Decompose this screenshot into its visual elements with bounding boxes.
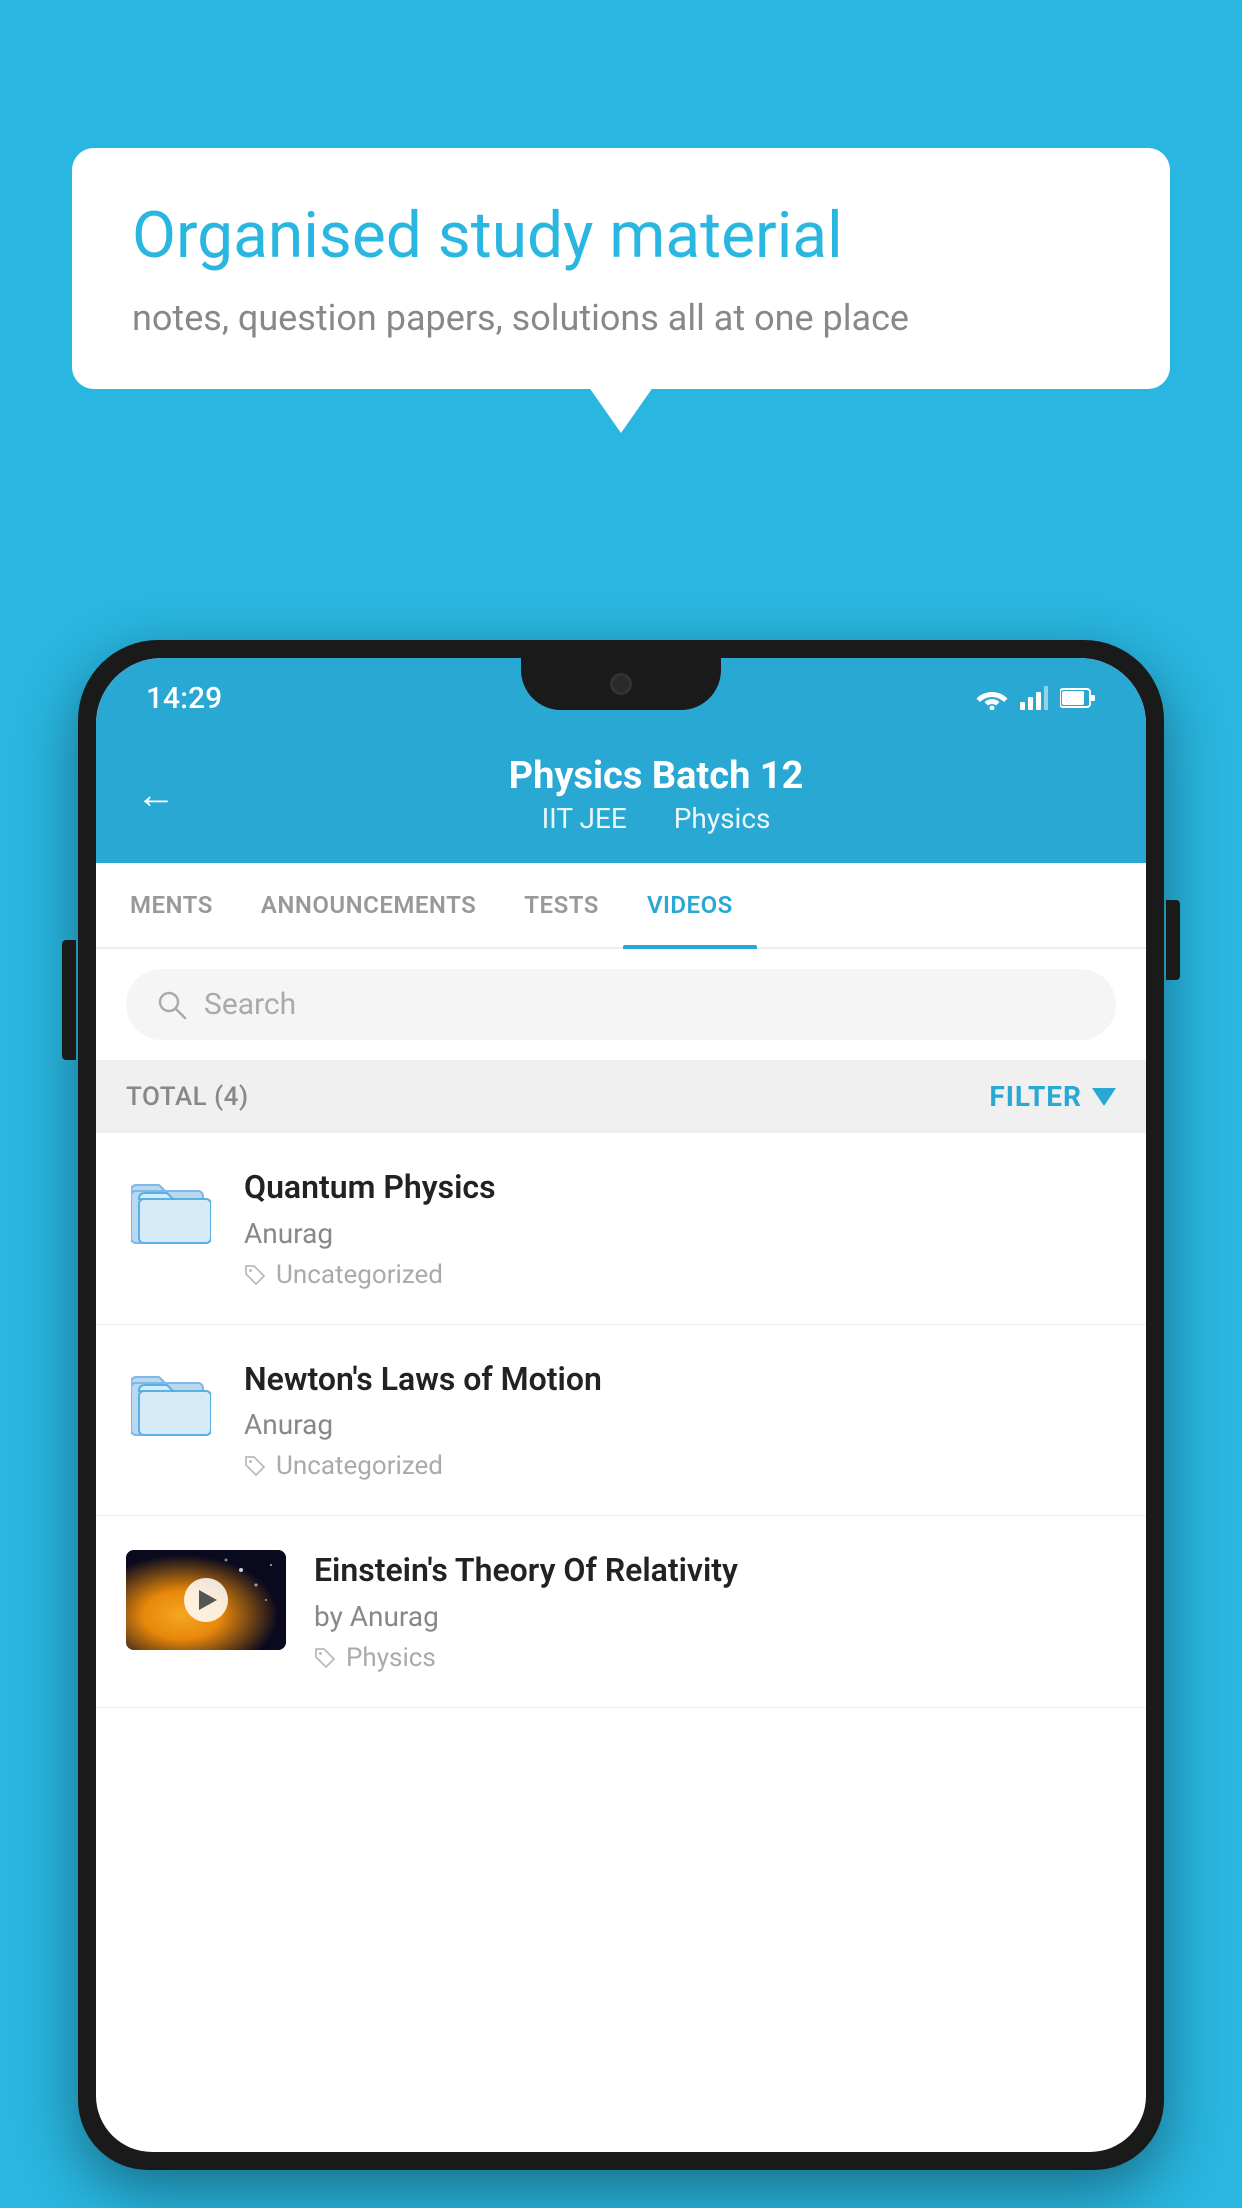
speech-bubble-container: Organised study material notes, question… <box>72 148 1170 389</box>
phone-screen: 14:29 <box>96 658 1146 2152</box>
filter-bar: TOTAL (4) FILTER <box>96 1060 1146 1133</box>
header-text: Physics Batch 12 IIT JEE Physics <box>206 754 1106 835</box>
video-tag: Physics <box>314 1643 1116 1673</box>
search-bar: Search <box>96 949 1146 1060</box>
play-button[interactable] <box>184 1578 228 1622</box>
video-info: Quantum Physics Anurag Uncategorized <box>244 1167 1116 1290</box>
filter-icon <box>1092 1088 1116 1106</box>
video-author: Anurag <box>244 1217 1116 1250</box>
speech-bubble-title: Organised study material <box>132 198 1110 275</box>
video-author: by Anurag <box>314 1600 1116 1633</box>
header-subtitle-iitjee: IIT JEE <box>542 802 627 835</box>
video-item[interactable]: Newton's Laws of Motion Anurag Uncategor… <box>96 1325 1146 1517</box>
phone-wrapper: 14:29 <box>78 640 1164 2208</box>
tag-icon <box>244 1455 266 1477</box>
video-tag-text: Uncategorized <box>276 1451 443 1481</box>
filter-button[interactable]: FILTER <box>989 1080 1116 1113</box>
speech-bubble-subtitle: notes, question papers, solutions all at… <box>132 297 1110 339</box>
video-info: Newton's Laws of Motion Anurag Uncategor… <box>244 1359 1116 1482</box>
video-title: Einstein's Theory Of Relativity <box>314 1550 1116 1592</box>
app-header: ← Physics Batch 12 IIT JEE Physics <box>96 730 1146 863</box>
video-author: Anurag <box>244 1408 1116 1441</box>
video-item[interactable]: Quantum Physics Anurag Uncategorized <box>96 1133 1146 1325</box>
video-tag: Uncategorized <box>244 1451 1116 1481</box>
video-list: Quantum Physics Anurag Uncategorized <box>96 1133 1146 1708</box>
phone-outer: 14:29 <box>78 640 1164 2170</box>
video-thumbnail <box>126 1550 286 1650</box>
folder-icon <box>126 1359 216 1449</box>
battery-icon <box>1060 686 1096 710</box>
tab-videos[interactable]: VIDEOS <box>623 863 757 947</box>
filter-label: FILTER <box>989 1080 1082 1113</box>
header-title: Physics Batch 12 <box>206 754 1106 798</box>
tab-announcements[interactable]: ANNOUNCEMENTS <box>237 863 500 947</box>
tab-tests[interactable]: TESTS <box>500 863 623 947</box>
search-icon <box>156 989 188 1021</box>
folder-icon <box>126 1167 216 1257</box>
play-icon <box>199 1590 217 1610</box>
tab-ments[interactable]: MENTS <box>106 863 237 947</box>
back-button[interactable]: ← <box>136 771 176 818</box>
status-icons <box>976 686 1096 710</box>
camera <box>610 673 632 695</box>
signal-icon <box>1020 686 1048 710</box>
search-placeholder: Search <box>204 987 296 1022</box>
header-subtitle-physics: Physics <box>674 802 771 835</box>
header-subtitle: IIT JEE Physics <box>206 802 1106 835</box>
tag-icon <box>314 1647 336 1669</box>
video-tag-text: Uncategorized <box>276 1260 443 1290</box>
search-input-wrap[interactable]: Search <box>126 969 1116 1040</box>
thumbnail-bg <box>126 1550 286 1650</box>
video-item[interactable]: Einstein's Theory Of Relativity by Anura… <box>96 1516 1146 1708</box>
tabs-bar: MENTS ANNOUNCEMENTS TESTS VIDEOS <box>96 863 1146 949</box>
video-title: Quantum Physics <box>244 1167 1116 1209</box>
tag-icon <box>244 1264 266 1286</box>
video-title: Newton's Laws of Motion <box>244 1359 1116 1401</box>
speech-bubble: Organised study material notes, question… <box>72 148 1170 389</box>
phone-notch <box>521 658 721 710</box>
video-info: Einstein's Theory Of Relativity by Anura… <box>314 1550 1116 1673</box>
video-tag: Uncategorized <box>244 1260 1116 1290</box>
total-count: TOTAL (4) <box>126 1082 249 1112</box>
video-tag-text: Physics <box>346 1643 436 1673</box>
status-time: 14:29 <box>146 681 222 716</box>
wifi-icon <box>976 686 1008 710</box>
